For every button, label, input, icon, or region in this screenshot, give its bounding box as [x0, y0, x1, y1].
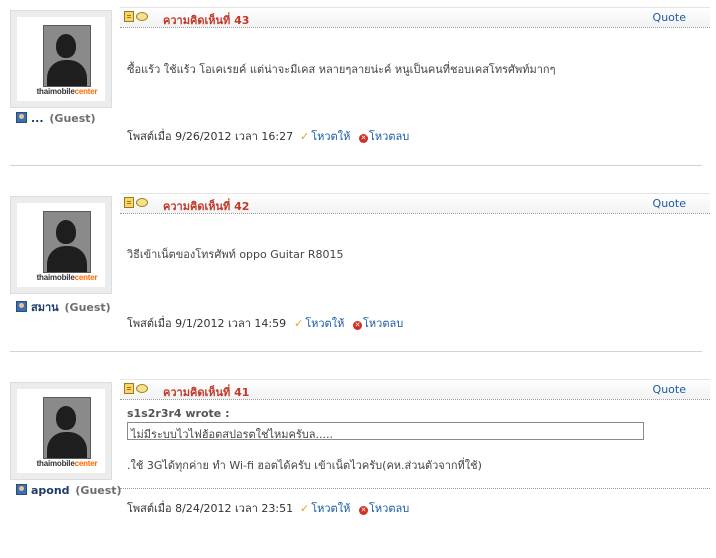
author-name[interactable]: ... — [31, 112, 44, 125]
speech-bubble-icon — [136, 12, 148, 21]
quote-link[interactable]: Quote — [653, 197, 686, 210]
vote-down-button[interactable]: ✕ โหวตลบ — [359, 499, 409, 517]
vote-up-button[interactable]: ✓ โหวตให้ — [300, 499, 350, 517]
comment-footer: โพสต์เมื่อ 9/26/2012 เวลา 16:27 ✓ โหวตให้… — [127, 127, 409, 145]
vote-up-button[interactable]: ✓ โหวตให้ — [294, 314, 344, 332]
comment-header: ความคิดเห็นที่ 42 Quote — [120, 193, 710, 214]
comment-number: ความคิดเห็นที่ 43 — [163, 14, 250, 27]
guest-label: (Guest) — [75, 484, 122, 497]
comment-post: thaimobilecenter สมาน (Guest) ความคิดเห็… — [0, 186, 716, 372]
default-avatar-icon — [43, 25, 91, 87]
post-divider — [10, 165, 702, 166]
post-timestamp: โพสต์เมื่อ 9/1/2012 เวลา 14:59 — [127, 317, 287, 330]
user-icon — [16, 112, 27, 123]
user-icon — [16, 484, 27, 495]
avatar: thaimobilecenter — [10, 10, 112, 108]
avatar: thaimobilecenter — [10, 196, 112, 294]
footer-rule — [120, 488, 710, 489]
comment-body: ซื้อแร้ว ใช้แร้ว โอเคเรยค์ แต่น่าจะมีเคส… — [127, 63, 556, 76]
check-icon: ✓ — [300, 130, 310, 143]
comment-body: วิธีเข้าเน็ตของโทรศัพท์ oppo Guitar R801… — [127, 248, 344, 261]
comment-header: ความคิดเห็นที่ 43 Quote — [120, 7, 710, 28]
comment-footer: โพสต์เมื่อ 8/24/2012 เวลา 23:51 ✓ โหวตให้… — [127, 499, 409, 517]
author-name[interactable]: apond — [31, 484, 70, 497]
speech-bubble-icon — [136, 384, 148, 393]
quote-link[interactable]: Quote — [653, 383, 686, 396]
note-icon — [124, 197, 134, 208]
vote-down-button[interactable]: ✕ โหวตลบ — [353, 314, 403, 332]
author-line: ... (Guest) — [16, 112, 96, 125]
post-timestamp: โพสต์เมื่อ 8/24/2012 เวลา 23:51 — [127, 502, 294, 515]
vote-down-button[interactable]: ✕ โหวตลบ — [359, 127, 409, 145]
guest-label: (Guest) — [64, 301, 111, 314]
comment-header: ความคิดเห็นที่ 41 Quote — [120, 379, 710, 400]
speech-bubble-icon — [136, 198, 148, 207]
vote-up-button[interactable]: ✓ โหวตให้ — [300, 127, 350, 145]
author-line: สมาน (Guest) — [16, 298, 111, 316]
site-logo: thaimobilecenter — [36, 273, 98, 282]
post-timestamp: โพสต์เมื่อ 9/26/2012 เวลา 16:27 — [127, 130, 294, 143]
site-logo: thaimobilecenter — [36, 87, 98, 96]
default-avatar-icon — [43, 211, 91, 273]
check-icon: ✓ — [294, 317, 304, 330]
delete-icon: ✕ — [353, 321, 362, 330]
default-avatar-icon — [43, 397, 91, 459]
author-name[interactable]: สมาน — [31, 301, 59, 314]
note-icon — [124, 383, 134, 394]
quote-author: s1s2r3r4 wrote : — [127, 407, 230, 420]
post-divider — [10, 351, 702, 352]
comment-number: ความคิดเห็นที่ 42 — [163, 200, 250, 213]
avatar: thaimobilecenter — [10, 382, 112, 480]
quote-text: ไม่มีระบบไวไฟฮ้อตสปอรตใช่ไหมครับล..... — [127, 422, 644, 441]
comment-footer: โพสต์เมื่อ 9/1/2012 เวลา 14:59 ✓ โหวตให้ … — [127, 314, 403, 332]
comment-number: ความคิดเห็นที่ 41 — [163, 386, 250, 399]
delete-icon: ✕ — [359, 134, 368, 143]
quoted-message: s1s2r3r4 wrote : ไม่มีระบบไวไฟฮ้อตสปอรตใ… — [127, 407, 647, 441]
note-icon — [124, 11, 134, 22]
comment-post: thaimobilecenter apond (Guest) ความคิดเห… — [0, 372, 716, 558]
comment-body: .ใช้ 3Gได้ทุกค่าย ทำ Wi-fi ฮอตได้ครับ เข… — [127, 459, 482, 472]
check-icon: ✓ — [300, 502, 310, 515]
guest-label: (Guest) — [49, 112, 96, 125]
comment-post: thaimobilecenter ... (Guest) ความคิดเห็น… — [0, 0, 716, 186]
user-icon — [16, 301, 27, 312]
site-logo: thaimobilecenter — [36, 459, 98, 468]
author-line: apond (Guest) — [16, 484, 122, 497]
quote-link[interactable]: Quote — [653, 11, 686, 24]
